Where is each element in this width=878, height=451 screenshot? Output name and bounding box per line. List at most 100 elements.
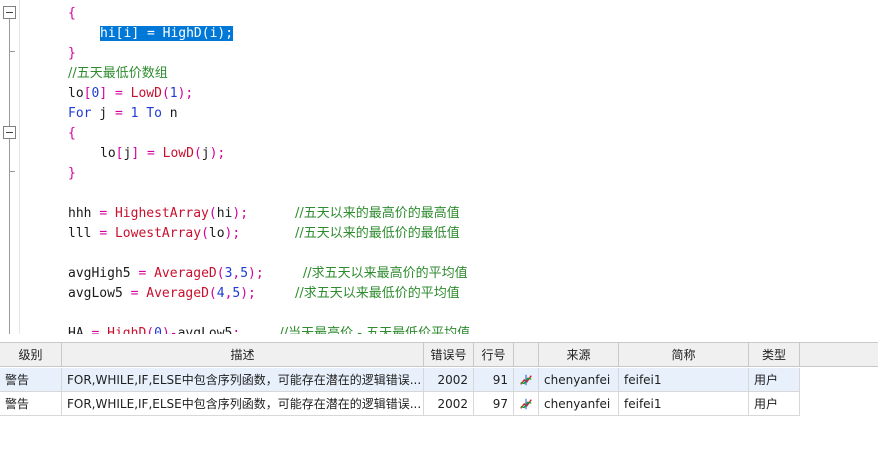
cell-source: chenyanfei xyxy=(539,392,619,416)
code-token: )- xyxy=(161,326,178,334)
fold-collapse-icon[interactable] xyxy=(3,126,16,139)
code-line[interactable]: hi[i] = HighD(i); xyxy=(22,24,234,44)
code-token: hi xyxy=(216,206,233,221)
cell-level: 警告 xyxy=(0,392,62,416)
editor-gutter xyxy=(0,0,20,334)
fold-collapse-icon[interactable] xyxy=(3,6,16,19)
code-line[interactable]: lo[j] = LowD(j); xyxy=(22,144,225,164)
code-token: ( xyxy=(216,266,225,281)
code-token: = xyxy=(99,226,115,241)
code-token: } xyxy=(68,46,76,61)
code-token: For xyxy=(68,106,92,121)
code-token: 5 xyxy=(240,266,249,281)
selected-text: hi[i] = HighD(i); xyxy=(100,26,234,41)
code-token: //求五天以来最低价的平均值 xyxy=(295,286,460,301)
code-token: AverageD xyxy=(146,286,209,301)
cell-short-name: feifei1 xyxy=(619,392,749,416)
cell-description: FOR,WHILE,IF,ELSE中包含序列函数，可能存在潜在的逻辑错误... xyxy=(62,392,424,416)
code-token: = xyxy=(114,106,123,121)
code-token: lo xyxy=(100,146,116,161)
cell-level: 警告 xyxy=(0,368,62,392)
column-header-line[interactable]: 行号 xyxy=(474,343,514,367)
cell-error-code: 2002 xyxy=(424,368,474,392)
code-line[interactable]: avgHigh5 = AverageD(3,5); //求五天以来最高价的平均值 xyxy=(22,264,468,284)
column-header-icon[interactable] xyxy=(514,343,539,367)
code-line[interactable]: hhh = HighestArray(hi); //五天以来的最高价的最高值 xyxy=(22,204,460,224)
column-header-short-name[interactable]: 简称 xyxy=(619,343,749,367)
code-token: HighD xyxy=(107,326,147,334)
table-row[interactable]: 警告 FOR,WHILE,IF,ELSE中包含序列函数，可能存在潜在的逻辑错误.… xyxy=(0,392,800,416)
code-line[interactable]: //五天最低价数组 xyxy=(22,64,168,84)
code-token: //五天以来的最高价的最高值 xyxy=(295,206,460,221)
message-grid[interactable]: 级别 描述 错误号 行号 来源 简称 类型 警告 FOR,WHILE,IF,EL… xyxy=(0,342,878,451)
cell-icon xyxy=(514,392,539,416)
code-token: //五天以来的最低价的最低值 xyxy=(295,226,460,241)
code-line[interactable]: avgLow5 = AverageD(4,5); //求五天以来最低价的平均值 xyxy=(22,284,460,304)
column-header-source[interactable]: 来源 xyxy=(539,343,619,367)
code-token: ); xyxy=(177,86,194,101)
column-header-error-code[interactable]: 错误号 xyxy=(424,343,474,367)
fold-guide-line xyxy=(9,139,10,171)
code-token: ] xyxy=(99,86,108,101)
code-token: = xyxy=(138,266,155,281)
code-line[interactable]: { xyxy=(22,124,76,144)
code-line[interactable] xyxy=(22,304,36,324)
grid-header: 级别 描述 错误号 行号 来源 简称 类型 xyxy=(0,343,878,367)
code-token: lo xyxy=(208,226,225,241)
code-line[interactable] xyxy=(22,244,36,264)
code-token: j xyxy=(91,106,115,121)
code-token: ] xyxy=(131,26,140,41)
code-editor[interactable]: { hi[i] = HighD(i);} //五天最低价数组 lo[0] = LowD… xyxy=(0,0,878,334)
code-token: ); xyxy=(248,266,264,281)
code-token: ( xyxy=(201,26,210,41)
code-token: = xyxy=(99,206,115,221)
code-line[interactable]: HA = HighD(0)-avgLow5; //当天最高价 - 五天最低价平均… xyxy=(22,324,470,334)
cell-icon xyxy=(514,368,539,392)
code-token: LowD xyxy=(162,146,194,161)
code-token: 1 xyxy=(169,86,178,101)
code-token: ( xyxy=(161,86,170,101)
cell-description: FOR,WHILE,IF,ELSE中包含序列函数，可能存在潜在的逻辑错误... xyxy=(62,368,424,392)
code-line[interactable]: { xyxy=(22,4,76,24)
code-token: //五天最低价数组 xyxy=(68,66,168,81)
code-line[interactable]: lo[0] = LowD(1); xyxy=(22,84,193,104)
code-token: HighD xyxy=(162,26,202,41)
fold-guide-line xyxy=(9,171,10,334)
code-line[interactable]: For j = 1 To n xyxy=(22,104,178,124)
code-token: 1 xyxy=(122,106,147,121)
column-header-description[interactable]: 描述 xyxy=(62,343,424,367)
code-token: hhh xyxy=(68,206,100,221)
code-line[interactable]: } xyxy=(22,164,76,184)
code-token: HA xyxy=(68,326,92,334)
code-token: avgHigh5 xyxy=(68,266,139,281)
code-token: } xyxy=(68,166,76,181)
code-token: AverageD xyxy=(154,266,217,281)
code-token: avgLow5 xyxy=(177,326,233,334)
code-token: 0 xyxy=(154,326,162,334)
chart-trend-icon xyxy=(520,398,532,410)
code-token: = xyxy=(107,86,131,101)
table-row[interactable]: 警告 FOR,WHILE,IF,ELSE中包含序列函数，可能存在潜在的逻辑错误.… xyxy=(0,368,800,392)
code-token: ); xyxy=(224,226,241,241)
cell-type: 用户 xyxy=(749,368,800,392)
code-token: //求五天以来最高价的平均值 xyxy=(302,266,468,281)
code-token: ( xyxy=(208,206,217,221)
code-token: //当天最高价 - 五天最低价平均值 xyxy=(279,326,471,334)
code-token: LowestArray xyxy=(114,226,202,241)
code-token: { xyxy=(68,126,76,141)
column-header-level[interactable]: 级别 xyxy=(0,343,62,367)
code-token: 4 xyxy=(216,286,225,301)
cell-error-code: 2002 xyxy=(424,392,474,416)
code-line[interactable]: } xyxy=(22,44,76,64)
code-line[interactable] xyxy=(22,184,36,204)
code-token: { xyxy=(68,6,76,21)
code-token: lo xyxy=(68,86,84,101)
code-token: = xyxy=(139,26,163,41)
column-header-type[interactable]: 类型 xyxy=(749,343,800,367)
code-line[interactable]: lll = LowestArray(lo); //五天以来的最低价的最低值 xyxy=(22,224,460,244)
code-token: To xyxy=(146,106,162,121)
